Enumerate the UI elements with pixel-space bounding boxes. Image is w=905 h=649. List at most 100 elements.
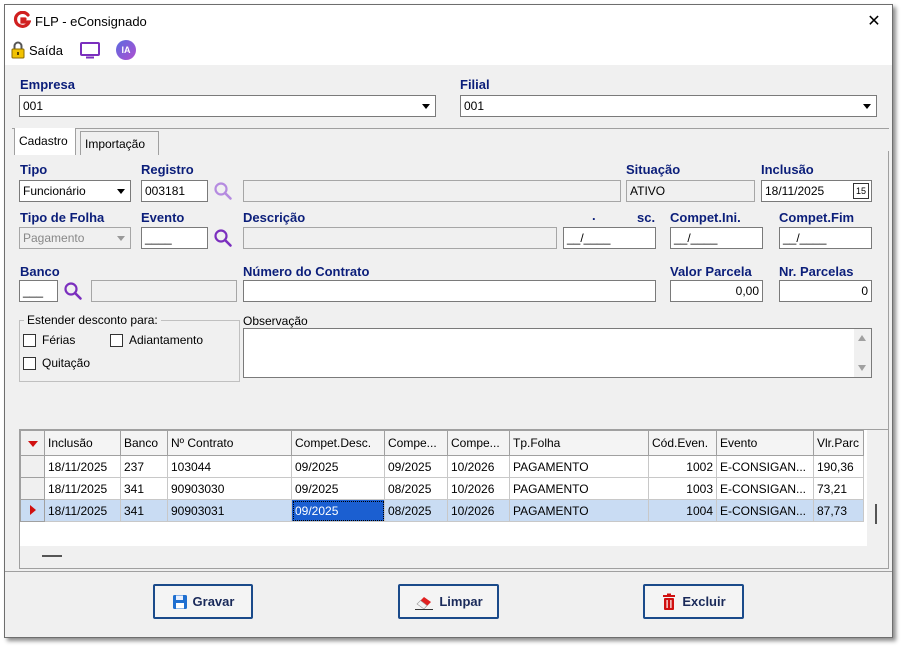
calendar-icon[interactable]: 15	[853, 183, 869, 199]
close-icon[interactable]: ✕	[865, 11, 883, 31]
banco-input[interactable]: ___	[19, 280, 58, 302]
column-header-banco[interactable]: Banco	[120, 430, 168, 456]
compet-desc-input[interactable]: __/____	[563, 227, 656, 249]
ia-assistant-button[interactable]: IA	[116, 40, 136, 60]
cell-cod-even[interactable]: 1004	[648, 499, 717, 522]
cell-banco[interactable]: 341	[120, 477, 168, 500]
cell-tp-folha[interactable]: PAGAMENTO	[509, 477, 649, 500]
row-indicator[interactable]	[20, 455, 45, 478]
floppy-disk-icon	[172, 594, 188, 610]
tab-strip-line	[12, 128, 889, 129]
inclusao-value: 18/11/2025	[765, 184, 825, 198]
descricao-label: Descrição	[243, 210, 306, 225]
chevron-down-icon[interactable]	[858, 97, 875, 115]
quitacao-checkbox[interactable]: Quitação	[23, 356, 90, 370]
cell-vlr-parc[interactable]: 190,36	[813, 455, 864, 478]
clear-button[interactable]: Limpar	[398, 584, 499, 619]
filial-select[interactable]: 001	[460, 95, 877, 117]
cell-compet-ini[interactable]: 08/2025	[384, 477, 448, 500]
numero-contrato-label: Número do Contrato	[243, 264, 370, 279]
sort-indicator-icon[interactable]	[20, 430, 45, 456]
column-header-inclusao[interactable]: Inclusão	[44, 430, 121, 456]
cell-compet-ini[interactable]: 09/2025	[384, 455, 448, 478]
save-button[interactable]: Gravar	[153, 584, 253, 619]
cell-contrato[interactable]: 90903030	[167, 477, 292, 500]
cell-contrato[interactable]: 103044	[167, 455, 292, 478]
numero-contrato-input[interactable]	[243, 280, 656, 302]
cell-compet-fim[interactable]: 10/2026	[447, 499, 510, 522]
inclusao-date-field[interactable]: 18/11/2025 15	[761, 180, 872, 202]
ferias-checkbox-box[interactable]	[23, 333, 36, 347]
banco-search-icon[interactable]	[63, 281, 83, 301]
cell-vlr-parc[interactable]: 73,21	[813, 477, 864, 500]
cell-contrato[interactable]: 90903031	[167, 499, 292, 522]
column-header-evento[interactable]: Evento	[716, 430, 814, 456]
grid-vertical-scrollbar[interactable]	[867, 430, 888, 568]
column-header-contrato[interactable]: Nº Contrato	[167, 430, 292, 456]
grid-hscroll-thumb[interactable]	[42, 555, 62, 557]
cell-compet-fim[interactable]: 10/2026	[447, 455, 510, 478]
observacao-scrollbar[interactable]	[854, 329, 871, 377]
grid-horizontal-scrollbar[interactable]	[20, 546, 867, 568]
cell-compet-fim[interactable]: 10/2026	[447, 477, 510, 500]
table-row-selected[interactable]: 18/11/2025 341 90903031 09/2025 08/2025 …	[20, 499, 864, 522]
cell-banco[interactable]: 341	[120, 499, 168, 522]
cell-inclusao[interactable]: 18/11/2025	[44, 499, 121, 522]
tipo-select[interactable]: Funcionário	[19, 180, 131, 202]
column-header-cod-even[interactable]: Cód.Even.	[648, 430, 717, 456]
chevron-down-icon[interactable]	[112, 182, 129, 200]
quitacao-checkbox-box[interactable]	[23, 356, 36, 370]
monitor-icon[interactable]	[79, 41, 101, 59]
cell-vlr-parc[interactable]: 87,73	[813, 499, 864, 522]
table-row[interactable]: 18/11/2025 237 103044 09/2025 09/2025 10…	[20, 455, 864, 478]
current-row-indicator-icon[interactable]	[20, 499, 45, 522]
cell-evento[interactable]: E-CONSIGAN...	[716, 499, 814, 522]
cell-tp-folha[interactable]: PAGAMENTO	[509, 499, 649, 522]
adiantamento-checkbox[interactable]: Adiantamento	[110, 333, 203, 347]
cell-inclusao[interactable]: 18/11/2025	[44, 455, 121, 478]
compet-ini-input[interactable]: __/____	[670, 227, 763, 249]
row-indicator[interactable]	[20, 477, 45, 500]
contracts-grid[interactable]: Inclusão Banco Nº Contrato Compet.Desc. …	[19, 429, 888, 569]
cell-tp-folha[interactable]: PAGAMENTO	[509, 455, 649, 478]
cell-inclusao[interactable]: 18/11/2025	[44, 477, 121, 500]
chevron-down-icon[interactable]	[112, 229, 129, 247]
ferias-checkbox[interactable]: Férias	[23, 333, 75, 347]
tipo-folha-select[interactable]: Pagamento	[19, 227, 131, 249]
cell-compet-ini[interactable]: 08/2025	[384, 499, 448, 522]
valor-parcela-input[interactable]: 0,00	[670, 280, 763, 302]
cell-banco[interactable]: 237	[120, 455, 168, 478]
registro-search-icon[interactable]	[213, 181, 233, 201]
chevron-down-icon[interactable]	[417, 97, 434, 115]
nr-parcelas-input[interactable]: 0	[779, 280, 872, 302]
column-header-compet-fim[interactable]: Compe...	[447, 430, 510, 456]
column-header-tp-folha[interactable]: Tp.Folha	[509, 430, 649, 456]
delete-button[interactable]: Excluir	[643, 584, 744, 619]
cell-compet-desc[interactable]: 09/2025	[291, 477, 385, 500]
cell-cod-even[interactable]: 1003	[648, 477, 717, 500]
cell-compet-desc[interactable]: 09/2025	[291, 499, 385, 522]
scroll-down-icon[interactable]	[858, 365, 866, 371]
observacao-textarea[interactable]	[243, 328, 872, 378]
empresa-select[interactable]: 001	[19, 95, 436, 117]
column-header-compet-desc[interactable]: Compet.Desc.	[291, 430, 385, 456]
cell-evento[interactable]: E-CONSIGAN...	[716, 455, 814, 478]
cell-cod-even[interactable]: 1002	[648, 455, 717, 478]
evento-input[interactable]: ____	[141, 227, 208, 249]
ia-label: IA	[121, 45, 131, 55]
compet-fim-input[interactable]: __/____	[779, 227, 872, 249]
cell-evento[interactable]: E-CONSIGAN...	[716, 477, 814, 500]
grid-scroll-thumb[interactable]	[875, 504, 877, 524]
cell-compet-desc[interactable]: 09/2025	[291, 455, 385, 478]
lock-icon	[11, 41, 25, 59]
exit-button[interactable]: Saída	[11, 40, 63, 60]
filial-label: Filial	[460, 77, 490, 92]
tab-cadastro-bottom-cover	[15, 128, 75, 130]
column-header-compet-ini[interactable]: Compe...	[384, 430, 448, 456]
adiantamento-checkbox-box[interactable]	[110, 333, 123, 347]
registro-input[interactable]: 003181	[141, 180, 208, 202]
table-row[interactable]: 18/11/2025 341 90903030 09/2025 08/2025 …	[20, 477, 864, 500]
evento-search-icon[interactable]	[213, 228, 233, 248]
column-header-vlr-parc[interactable]: Vlr.Parc	[813, 430, 864, 456]
scroll-up-icon[interactable]	[858, 335, 866, 341]
